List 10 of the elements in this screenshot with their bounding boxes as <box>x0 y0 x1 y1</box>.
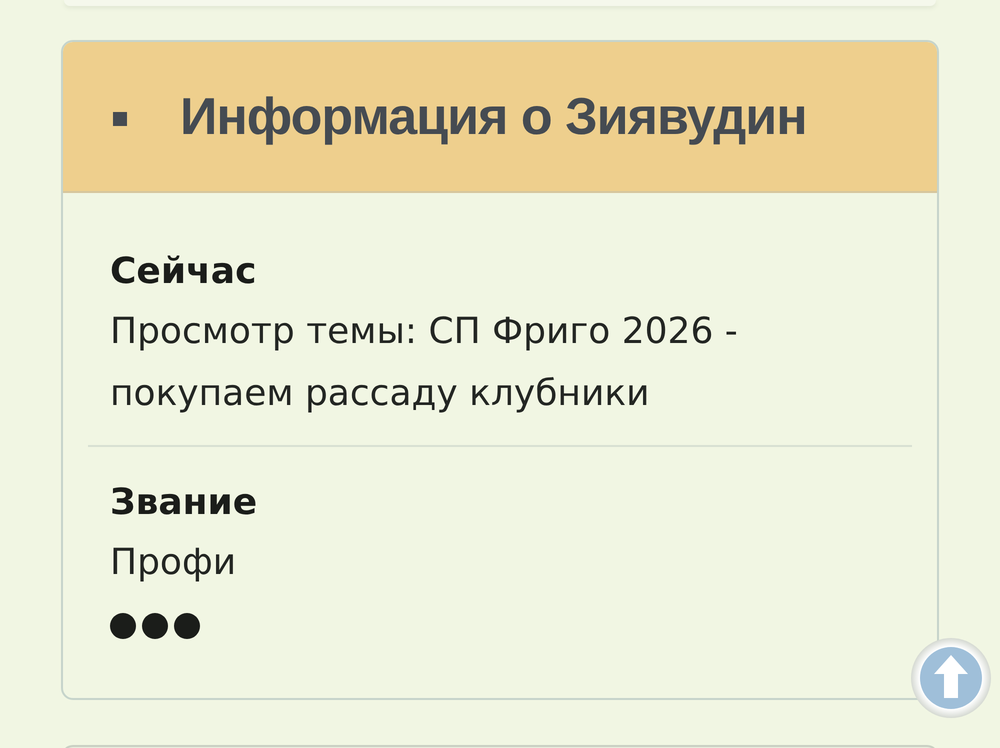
field-value: Профи <box>110 541 238 585</box>
scroll-top-button[interactable] <box>911 638 991 718</box>
field-label: Звание <box>110 481 258 525</box>
pip-icon <box>142 613 168 639</box>
pip-icon <box>174 613 200 639</box>
square-bullet-icon <box>113 112 127 126</box>
pip-icon <box>110 613 136 639</box>
field-value: Просмотр темы: СП Фриго 2026 - покупаем рассаду клубники <box>110 310 739 416</box>
field-label: Сейчас <box>110 250 258 294</box>
panel-title: Информация о Зиявудин <box>180 86 807 146</box>
